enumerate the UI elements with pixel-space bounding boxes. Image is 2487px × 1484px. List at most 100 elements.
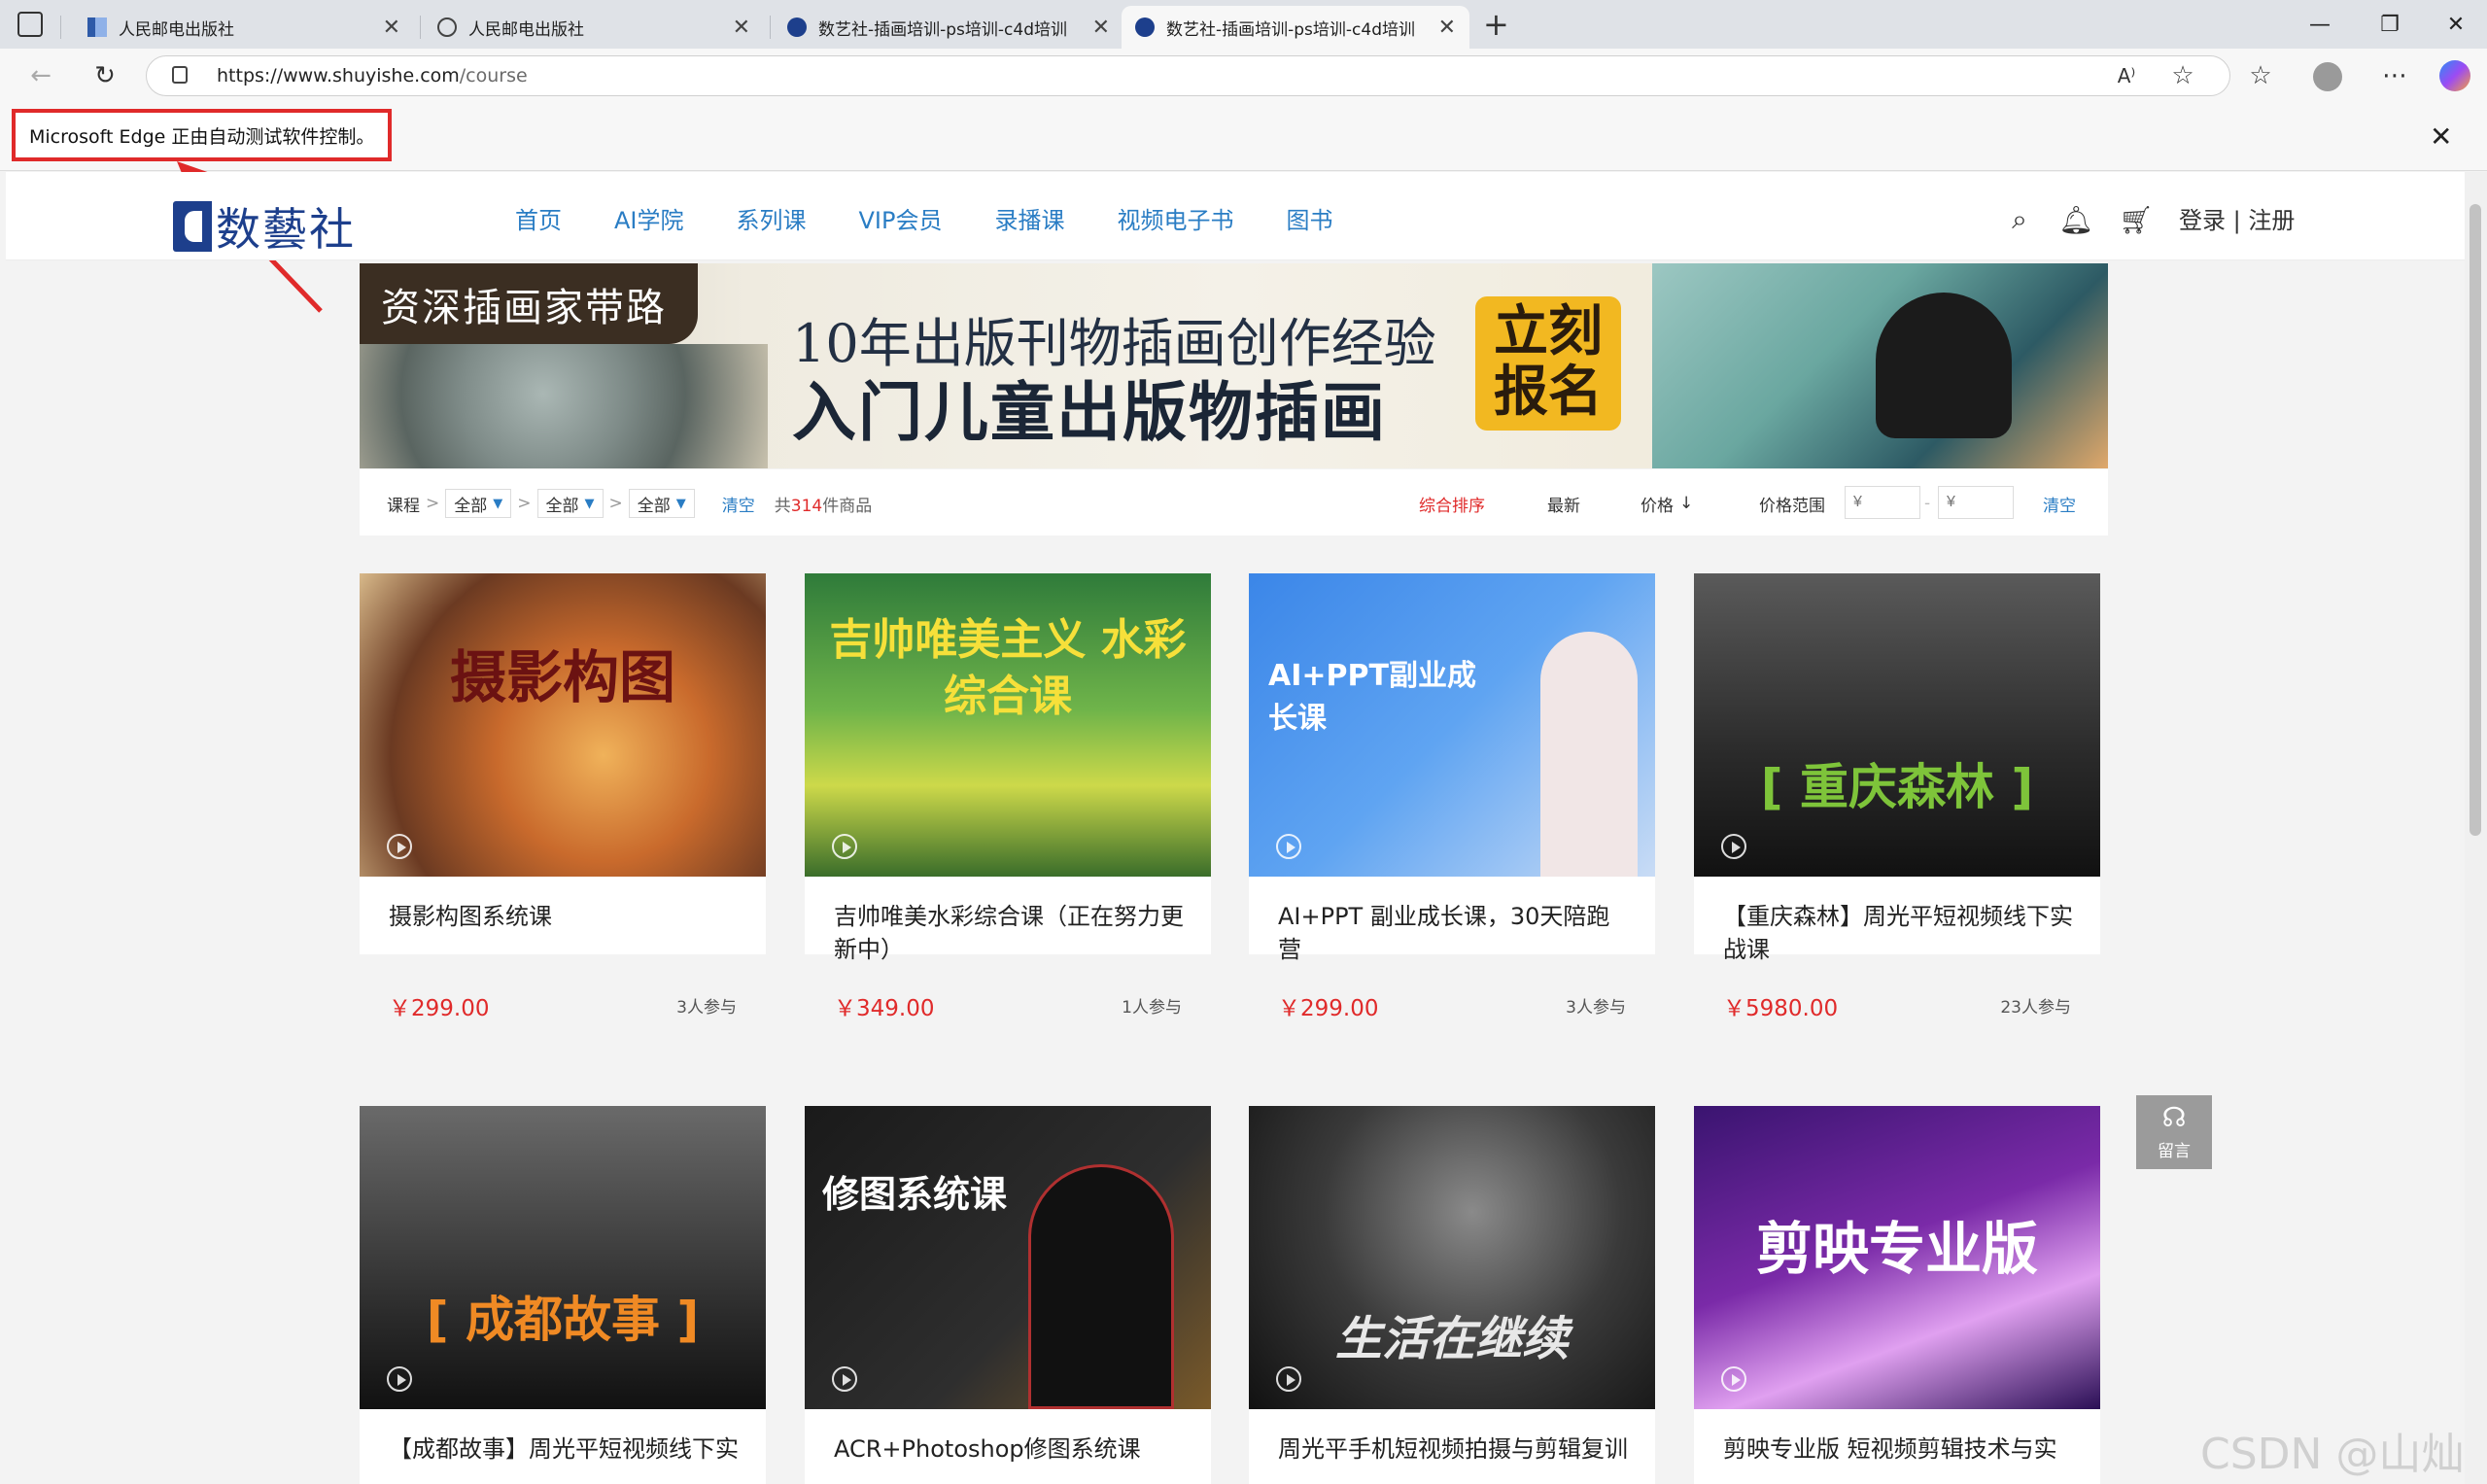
- course-card[interactable]: 生活在继续 周光平手机短视频拍摄与剪辑复训课程: [1249, 1106, 1655, 1484]
- automation-notice: Microsoft Edge 正由自动测试软件控制。: [12, 109, 393, 161]
- course-card[interactable]: AI+PPT副业成长课 AI+PPT 副业成长课，30天陪跑营 ￥299.00 …: [1249, 573, 1655, 1021]
- tab-separator: [770, 16, 771, 39]
- instructor-photo: [1540, 632, 1638, 877]
- close-infobar-icon[interactable]: ✕: [2430, 121, 2452, 153]
- course-title[interactable]: ACR+Photoshop修图系统课: [834, 1432, 1184, 1467]
- category-select-2[interactable]: 全部 ▼: [536, 489, 604, 518]
- price-min-input[interactable]: [1845, 486, 1920, 519]
- more-menu-icon[interactable]: ⋯: [2375, 56, 2414, 95]
- tab-actions-icon[interactable]: [17, 12, 43, 37]
- course-participants: 3人参与: [1566, 998, 1626, 1018]
- close-tab-icon[interactable]: ✕: [1092, 16, 1110, 40]
- play-icon: [832, 1366, 857, 1392]
- breadcrumb: 课程 > 全部 ▼ > 全部 ▼ > 全部 ▼ 清空 共314件商品: [387, 488, 872, 519]
- course-thumbnail: [ 成都故事 ]: [360, 1106, 766, 1409]
- price-dash: -: [1924, 494, 1931, 513]
- course-thumbnail: AI+PPT副业成长课: [1249, 573, 1655, 877]
- globe-icon: [437, 17, 457, 37]
- category-select-1[interactable]: 全部 ▼: [445, 489, 512, 518]
- message-button[interactable]: ☊ 留言: [2136, 1095, 2212, 1169]
- tab-2[interactable]: 人民邮电出版社 ✕: [424, 6, 764, 49]
- arrow-down-icon: ↓: [1679, 494, 1694, 513]
- bell-icon[interactable]: 🔔︎: [2058, 202, 2093, 237]
- minimize-icon[interactable]: —: [2285, 0, 2355, 49]
- refresh-icon[interactable]: ↻: [86, 56, 124, 95]
- address-bar[interactable]: https://www.shuyishe.com/course: [146, 55, 2230, 96]
- course-thumbnail: [ 重庆森林 ]: [1694, 573, 2100, 877]
- close-tab-icon[interactable]: ✕: [733, 16, 750, 40]
- result-count: 共314件商品: [774, 496, 873, 516]
- sort-default[interactable]: 综合排序: [1419, 488, 1485, 519]
- back-icon[interactable]: ←: [21, 56, 60, 95]
- price-max-input[interactable]: [1938, 486, 2014, 519]
- tab-separator: [60, 16, 61, 39]
- site-logo[interactable]: 数藝社: [173, 194, 356, 259]
- nav-vip[interactable]: VIP会员: [859, 201, 943, 235]
- lock-icon[interactable]: [172, 66, 188, 84]
- course-title[interactable]: 周光平手机短视频拍摄与剪辑复训课程: [1278, 1432, 1628, 1467]
- play-icon: [387, 1366, 412, 1392]
- headset-icon: ☊: [2161, 1101, 2187, 1133]
- course-participants: 1人参与: [1122, 998, 1182, 1018]
- search-icon[interactable]: ⌕: [2002, 202, 2037, 237]
- favorites-icon[interactable]: ☆: [2241, 56, 2280, 95]
- course-card[interactable]: 摄影构图 摄影构图系统课 ￥299.00 3人参与: [360, 573, 766, 1021]
- clear-filter-link[interactable]: 清空: [722, 492, 755, 516]
- course-title[interactable]: 吉帅唯美水彩综合课（正在努力更新中）: [834, 900, 1184, 966]
- chevron-down-icon: ▼: [584, 496, 595, 511]
- course-card[interactable]: 剪映专业版 剪映专业版 短视频剪辑技术与实战: [1694, 1106, 2100, 1484]
- tab-1[interactable]: 人民邮电出版社 ✕: [74, 6, 414, 49]
- clear-price-link[interactable]: 清空: [2043, 488, 2076, 519]
- promo-banner[interactable]: 资深插画家带路 10年出版刊物插画创作经验 入门儿童出版物插画 立刻 报名: [360, 263, 2108, 468]
- category-select-3[interactable]: 全部 ▼: [628, 489, 695, 518]
- course-title[interactable]: 剪映专业版 短视频剪辑技术与实战: [1723, 1432, 2073, 1467]
- copilot-icon[interactable]: [2439, 60, 2470, 91]
- close-window-icon[interactable]: ✕: [2425, 0, 2487, 49]
- course-participants: 23人参与: [2000, 998, 2071, 1018]
- close-tab-icon[interactable]: ✕: [1438, 16, 1456, 40]
- course-title[interactable]: 摄影构图系统课: [389, 900, 739, 933]
- nav-ai-academy[interactable]: AI学院: [614, 201, 684, 235]
- play-icon: [1276, 1366, 1301, 1392]
- sort-price[interactable]: 价格 ↓: [1641, 488, 1693, 519]
- shuyishe-favicon-icon: [1135, 17, 1155, 37]
- instructor-photo: [1028, 1164, 1174, 1409]
- tab-4-active[interactable]: 数艺社-插画培训-ps培训-c4d培训 ✕: [1122, 6, 1469, 49]
- cart-icon[interactable]: 🛒︎: [2119, 202, 2154, 237]
- logo-mark: [173, 201, 212, 252]
- scrollbar-thumb[interactable]: [2470, 204, 2481, 836]
- nav-home[interactable]: 首页: [515, 201, 562, 235]
- login-register-link[interactable]: 登录 | 注册: [2179, 201, 2295, 235]
- restore-icon[interactable]: ❐: [2355, 0, 2425, 49]
- profile-avatar[interactable]: [2313, 62, 2342, 91]
- chevron-down-icon: ▼: [675, 496, 686, 511]
- close-tab-icon[interactable]: ✕: [383, 16, 400, 40]
- course-title[interactable]: 【重庆森林】周光平短视频线下实战课: [1723, 900, 2073, 966]
- tab-separator: [420, 16, 421, 39]
- sort-latest[interactable]: 最新: [1547, 488, 1580, 519]
- play-icon: [1721, 1366, 1746, 1392]
- course-price: ￥349.00: [834, 996, 935, 1021]
- tab-3[interactable]: 数艺社-插画培训-ps培训-c4d培训 ✕: [774, 6, 1123, 49]
- banner-tag: 资深插画家带路: [360, 263, 698, 344]
- new-tab-button[interactable]: +: [1483, 6, 1509, 43]
- nav-video-ebook[interactable]: 视频电子书: [1117, 201, 1233, 235]
- course-title[interactable]: 【成都故事】周光平短视频线下实战课: [389, 1432, 739, 1467]
- nav-books[interactable]: 图书: [1286, 201, 1332, 235]
- play-icon: [1721, 834, 1746, 859]
- nav-series[interactable]: 系列课: [737, 201, 807, 235]
- favorite-star-icon[interactable]: ☆: [2163, 56, 2202, 95]
- course-title[interactable]: AI+PPT 副业成长课，30天陪跑营: [1278, 900, 1628, 966]
- book-favicon-icon: [87, 17, 107, 37]
- course-card[interactable]: 吉帅唯美主义 水彩综合课 吉帅唯美水彩综合课（正在努力更新中） ￥349.00 …: [805, 573, 1211, 1021]
- nav-recorded[interactable]: 录播课: [994, 201, 1064, 235]
- banner-headline-2: 入门儿童出版物插画: [792, 375, 1387, 450]
- course-card[interactable]: [ 成都故事 ] 【成都故事】周光平短视频线下实战课: [360, 1106, 766, 1484]
- signup-now-button[interactable]: 立刻 报名: [1475, 296, 1621, 431]
- chevron-down-icon: ▼: [493, 496, 503, 511]
- watermark: CSDN @山灿: [2200, 1430, 2465, 1479]
- course-card[interactable]: 修图系统课 ACR+Photoshop修图系统课: [805, 1106, 1211, 1484]
- course-price: ￥299.00: [389, 996, 490, 1021]
- course-card[interactable]: [ 重庆森林 ] 【重庆森林】周光平短视频线下实战课 ￥5980.00 23人参…: [1694, 573, 2100, 1021]
- read-aloud-icon[interactable]: A⁾: [2107, 56, 2146, 95]
